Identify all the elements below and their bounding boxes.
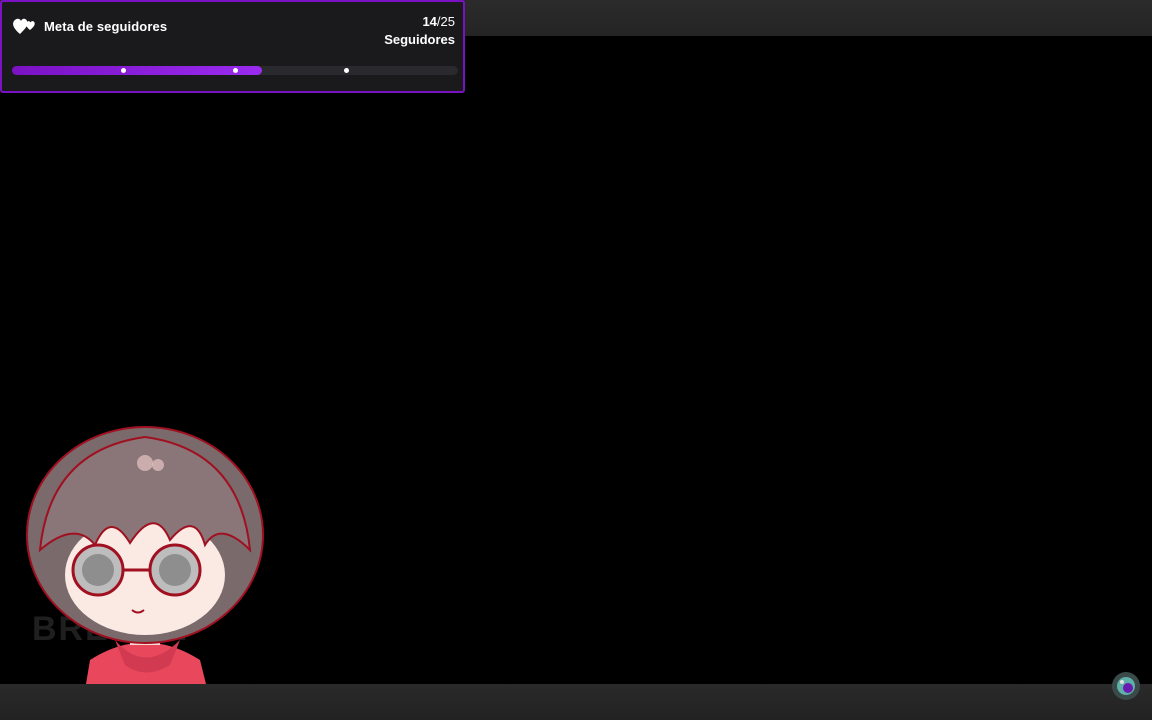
hearts-icon [12, 16, 38, 36]
goal-progress-fill [12, 66, 262, 75]
goal-milestone-dot [232, 68, 238, 73]
goal-count: 14/25 Seguidores [384, 13, 455, 49]
bottom-bar [0, 684, 1152, 720]
goal-header: Meta de seguidores [12, 16, 167, 36]
goal-unit: Seguidores [384, 32, 455, 47]
goal-current: 14 [422, 14, 437, 29]
goal-milestone-dot [121, 68, 126, 73]
goal-title: Meta de seguidores [44, 18, 168, 34]
chibi-avatar-icon [20, 425, 270, 720]
goal-target: 25 [440, 14, 455, 29]
follower-goal-widget: Meta de seguidores 14/25 Seguidores [0, 0, 465, 93]
stream-overlay: Meta de seguidores 14/25 Seguidores BREH… [0, 0, 1152, 720]
goal-progress-bar [12, 66, 458, 75]
channel-logo-icon [1110, 670, 1142, 702]
goal-milestone-dot [344, 68, 349, 73]
